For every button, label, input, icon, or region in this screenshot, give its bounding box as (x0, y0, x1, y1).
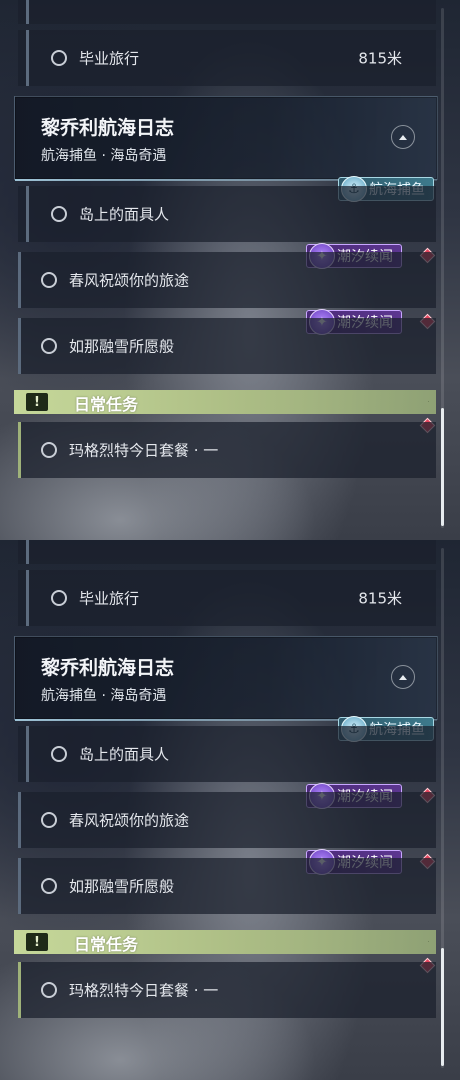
quest-item-partial (18, 0, 436, 24)
quest-daily-margaret[interactable]: 玛格烈特今日套餐 · 一 (18, 962, 436, 1018)
quest-label: 毕业旅行 (79, 589, 140, 608)
daily-quest-title: 日常任务 (74, 395, 139, 414)
quest-graduation-trip[interactable]: 毕业旅行 815米 (18, 570, 436, 626)
daily-quest-subtext: · (427, 399, 430, 405)
quest-status-circle-icon (51, 206, 67, 222)
quest-bar (26, 570, 29, 626)
quest-spring-breeze[interactable]: 春风祝颂你的旅途 (18, 252, 436, 308)
quest-chain-subtitle: 航海捕鱼 · 海岛奇遇 (41, 148, 167, 164)
quest-label: 岛上的面具人 (79, 745, 170, 764)
quest-panel-bottom: 毕业旅行 815米 黎乔利航海日志 航海捕鱼 · 海岛奇遇 ⚓ 航海捕鱼 岛上的… (0, 540, 460, 1080)
quest-chain-title: 黎乔利航海日志 (41, 117, 175, 139)
quest-chain-subtitle: 航海捕鱼 · 海岛奇遇 (41, 688, 167, 704)
quest-status-circle-icon (51, 50, 67, 66)
daily-quest-title: 日常任务 (74, 935, 139, 954)
quest-label: 如那融雪所愿般 (69, 877, 175, 896)
quest-bar (26, 0, 29, 24)
quest-chain-header[interactable]: 黎乔利航海日志 航海捕鱼 · 海岛奇遇 (14, 636, 438, 721)
quest-label: 如那融雪所愿般 (69, 337, 175, 356)
chevron-up-icon[interactable] (391, 665, 415, 689)
chevron-up-icon[interactable] (391, 125, 415, 149)
quest-label: 玛格烈特今日套餐 · 一 (69, 981, 219, 1000)
quest-bar (18, 858, 21, 914)
quest-bar (18, 318, 21, 374)
quest-bar (26, 186, 29, 242)
quest-bar (18, 422, 21, 478)
quest-bar (26, 540, 29, 564)
quest-status-circle-icon (41, 272, 57, 288)
daily-quest-header[interactable]: ! 日常任务 · (14, 390, 436, 414)
scrollbar-thumb[interactable] (441, 948, 444, 1066)
quest-daily-margaret[interactable]: 玛格烈特今日套餐 · 一 (18, 422, 436, 478)
quest-spring-breeze[interactable]: 春风祝颂你的旅途 (18, 792, 436, 848)
quest-island-mask[interactable]: 岛上的面具人 (18, 726, 436, 782)
quest-bar (26, 726, 29, 782)
quest-label: 毕业旅行 (79, 49, 140, 68)
quest-distance: 815米 (358, 49, 402, 68)
quest-label: 玛格烈特今日套餐 · 一 (69, 441, 219, 460)
quest-status-circle-icon (51, 590, 67, 606)
quest-distance: 815米 (358, 589, 402, 608)
quest-status-circle-icon (41, 812, 57, 828)
quest-melting-snow[interactable]: 如那融雪所愿般 (18, 858, 436, 914)
quest-status-circle-icon (51, 746, 67, 762)
quest-bar (18, 962, 21, 1018)
quest-status-circle-icon (41, 442, 57, 458)
daily-quest-header[interactable]: ! 日常任务 · (14, 930, 436, 954)
quest-status-circle-icon (41, 878, 57, 894)
quest-status-circle-icon (41, 338, 57, 354)
quest-label: 春风祝颂你的旅途 (69, 811, 190, 830)
quest-panel-top: 毕业旅行 815米 黎乔利航海日志 航海捕鱼 · 海岛奇遇 ⚓ 航海捕鱼 岛上的… (0, 0, 460, 540)
quest-label: 岛上的面具人 (79, 205, 170, 224)
exclamation-icon: ! (26, 933, 48, 951)
daily-quest-subtext: · (427, 939, 430, 945)
quest-status-circle-icon (41, 982, 57, 998)
quest-chain-header[interactable]: 黎乔利航海日志 航海捕鱼 · 海岛奇遇 (14, 96, 438, 181)
quest-graduation-trip[interactable]: 毕业旅行 815米 (18, 30, 436, 86)
scrollbar-thumb[interactable] (441, 408, 444, 526)
quest-bar (18, 252, 21, 308)
quest-bar (26, 30, 29, 86)
quest-label: 春风祝颂你的旅途 (69, 271, 190, 290)
quest-melting-snow[interactable]: 如那融雪所愿般 (18, 318, 436, 374)
exclamation-icon: ! (26, 393, 48, 411)
quest-chain-title: 黎乔利航海日志 (41, 657, 175, 679)
quest-bar (18, 792, 21, 848)
quest-item-partial (18, 540, 436, 564)
quest-island-mask[interactable]: 岛上的面具人 (18, 186, 436, 242)
